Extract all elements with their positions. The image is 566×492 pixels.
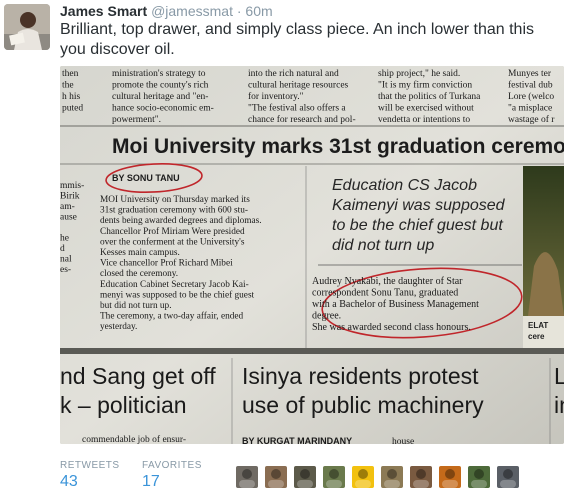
top-column-text: puted (62, 104, 83, 114)
pull-quote-line: Education CS Jacob (332, 177, 477, 194)
favoriter-avatar[interactable] (294, 466, 316, 488)
top-column-text: Munyes ter (508, 69, 552, 79)
left-edge-text: nal (60, 255, 72, 265)
favorites-label: FAVORITES (142, 460, 202, 471)
left-edge-text: es- (60, 265, 71, 275)
left-edge-text: mmis- (60, 181, 84, 191)
article-body-line: over the conferment at the University's (100, 236, 245, 247)
left-edge-text: he (60, 234, 69, 244)
favoriter-avatar[interactable] (323, 466, 345, 488)
tweet-photo[interactable]: then the h his puted ministration's strategy… (60, 66, 564, 444)
article-body-line: Chancellor Prof Miriam Were presided (100, 226, 245, 237)
top-column-text: the (62, 81, 74, 91)
left-edge-text: ause (60, 213, 77, 223)
top-column-text: will be exercised without (378, 104, 474, 114)
author-name[interactable]: James Smart (60, 3, 147, 19)
article-body-line: Kesses main campus. (100, 248, 180, 258)
top-column-text: that the politics of Turkana (378, 91, 481, 102)
photo-caption-line: Audrey Nyakabi, the daughter of Star (312, 276, 463, 287)
article-body-line: 31st graduation ceremony with 600 stu- (100, 206, 248, 216)
article-body-line: dents being awarded degrees and diplomas… (100, 216, 262, 226)
favoriter-avatar[interactable] (352, 466, 374, 488)
top-column-text: Lore (welco (508, 91, 554, 102)
top-column-text: "The festival also offers a (248, 103, 346, 114)
article-body-line: The ceremony, a two-day affair, ended (100, 311, 243, 322)
favorites-stat[interactable]: FAVORITES 17 (142, 460, 202, 492)
photo-caption-line: with a Bachelor of Business Management (312, 299, 479, 310)
favoriter-avatar[interactable] (439, 466, 461, 488)
article-body-line: Education Cabinet Secretary Jacob Kai- (100, 280, 249, 290)
favoriter-avatar[interactable] (236, 466, 258, 488)
favorites-count[interactable]: 17 (142, 472, 202, 492)
right-edge-text: ELAT (528, 321, 548, 330)
top-column-text: cultural heritage resources (248, 81, 349, 91)
top-column-text: ship project," he said. (378, 69, 460, 79)
left-edge-text: Birik (60, 192, 80, 202)
favoriter-avatar[interactable] (265, 466, 287, 488)
newspaper-headline: Moi University marks 31st graduation cer… (112, 135, 564, 158)
lower-headline-right: in (554, 392, 564, 418)
tweet-text: Brilliant, top drawer, and simply class … (60, 21, 535, 58)
left-edge-text: am- (60, 202, 75, 212)
article-body-line: but did not turn up. (100, 301, 172, 311)
article-body-line: closed the ceremony. (100, 269, 178, 279)
bottom-left-fragment: commendable job of ensur- (82, 434, 186, 444)
top-column-text: ministration's strategy to (112, 69, 206, 79)
article-body-line: MOI University on Thursday marked its (100, 195, 250, 205)
top-column-text: "a misplace (508, 104, 552, 114)
photo-caption-line: correspondent Sonu Tanu, graduated (312, 288, 458, 299)
photo-caption-line: degree. (312, 311, 341, 322)
top-column-text: hance socio-economic em- (112, 104, 214, 114)
top-column-text: into the rich natural and (248, 69, 339, 79)
retweets-stat[interactable]: RETWEETS 43 (60, 460, 120, 492)
pull-quote-line: Kaimenyi was supposed (332, 197, 506, 214)
bottom-byline: BY KURGAT MARINDANY (242, 436, 352, 444)
favoriter-avatar[interactable] (381, 466, 403, 488)
article-byline: BY SONU TANU (112, 173, 180, 183)
top-column-text: chance for research and pol- (248, 114, 356, 125)
tweet-timestamp[interactable]: 60m (245, 3, 272, 19)
author-handle[interactable]: @jamessmat (151, 3, 233, 19)
retweets-label: RETWEETS (60, 460, 120, 471)
top-column-text: wastage of r (508, 114, 555, 125)
top-column-text: vendetta or intentions to (378, 115, 470, 125)
lower-headline-left: nd Sang get off (60, 363, 216, 389)
retweets-count[interactable]: 43 (60, 472, 120, 492)
top-column-text: festival dub (508, 80, 553, 91)
favoriter-avatar[interactable] (410, 466, 432, 488)
right-edge-text: cere (528, 332, 545, 341)
tweet-header: James Smart @jamessmat · 60m (60, 2, 273, 20)
author-avatar-image (4, 4, 50, 50)
photo-caption-line: She was awarded second class honours. (312, 322, 471, 333)
left-edge-text: d (60, 244, 65, 254)
lower-headline-center: Isinya residents protest (242, 363, 479, 389)
article-body-line: menyi was supposed to be the chief guest (100, 289, 255, 300)
top-column-text: then (62, 69, 79, 79)
favoriter-avatar[interactable] (468, 466, 490, 488)
article-body-line: yesterday. (100, 322, 137, 332)
newspaper-photo: then theh his puted ministration's strategy… (60, 66, 564, 444)
top-column-text: for inventory." (248, 91, 304, 102)
bottom-fragment: house (392, 437, 414, 444)
lower-headline-center: use of public machinery (242, 392, 484, 418)
pull-quote-line: to be the chief guest but (332, 217, 503, 234)
author-avatar[interactable] (4, 4, 50, 50)
lower-headline-right: La (554, 363, 564, 389)
article-body-line: Vice chancellor Prof Richard Mibei (100, 258, 233, 269)
favoriter-avatar[interactable] (497, 466, 519, 488)
header-separator: · (236, 3, 242, 19)
top-column-text: "It is my firm conviction (378, 80, 472, 91)
pull-quote-line: did not turn up (332, 237, 434, 254)
top-column-text: promote the county's rich (112, 81, 209, 91)
top-column-text: h his (62, 92, 81, 102)
top-column-text: powerment". (112, 115, 161, 125)
lower-headline-left: k – politician (60, 392, 187, 418)
top-column-text: cultural heritage and "en- (112, 92, 208, 102)
